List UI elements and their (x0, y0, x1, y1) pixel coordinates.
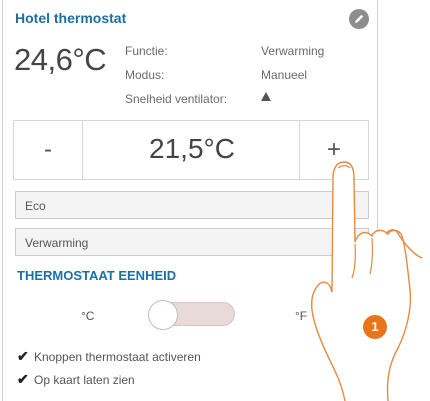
mode-value: Manueel (261, 68, 308, 82)
mode-dropdown-value: Eco (25, 199, 46, 213)
function-value: Verwarming (261, 44, 325, 58)
checkmark-icon: ✔ (17, 348, 29, 364)
panel-title: Hotel thermostat (15, 10, 127, 26)
mode-label: Modus: (125, 68, 165, 82)
warning-icon (261, 92, 271, 101)
current-temperature: 24,6°C (14, 42, 107, 77)
checkbox-label: Op kaart laten zien (34, 373, 135, 387)
pointing-hand-illustration (310, 161, 423, 401)
unit-section-title: THERMOSTAAT EENHEID (17, 268, 177, 283)
fan-speed-label: Snelheid ventilator: (125, 92, 228, 106)
setpoint-value: 21,5°C (149, 133, 235, 164)
decrease-button[interactable]: - (14, 121, 83, 179)
activate-buttons-checkbox[interactable]: ✔ Knoppen thermostaat activeren (17, 348, 201, 365)
pencil-icon (355, 14, 364, 23)
edit-button[interactable] (349, 9, 369, 29)
callout-badge: 1 (363, 315, 387, 339)
function-label: Functie: (125, 44, 168, 58)
checkbox-label: Knoppen thermostaat activeren (34, 350, 201, 364)
function-dropdown-value: Verwarming (25, 236, 89, 250)
minus-label: - (44, 136, 52, 163)
toggle-knob (148, 300, 178, 330)
checkmark-icon: ✔ (17, 371, 29, 387)
show-on-map-checkbox[interactable]: ✔ Op kaart laten zien (17, 371, 135, 388)
unit-toggle[interactable] (148, 300, 235, 330)
celsius-label: °C (81, 309, 95, 323)
